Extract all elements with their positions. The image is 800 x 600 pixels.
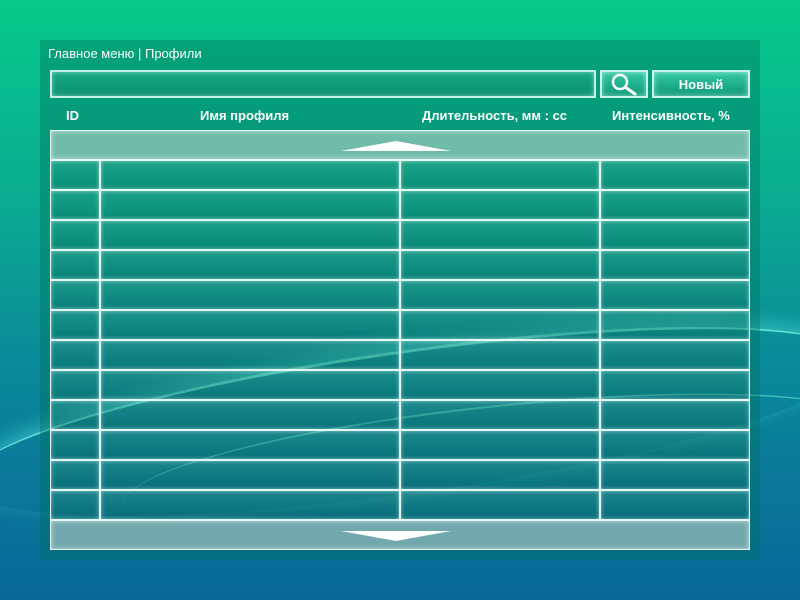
- cell-intensity[interactable]: [600, 160, 750, 190]
- cell-duration[interactable]: [400, 370, 600, 400]
- table-row[interactable]: [50, 490, 750, 520]
- cell-duration[interactable]: [400, 400, 600, 430]
- cell-intensity[interactable]: [600, 250, 750, 280]
- cell-id[interactable]: [50, 400, 100, 430]
- arrow-down-icon: [341, 531, 451, 541]
- cell-profile-name[interactable]: [100, 160, 400, 190]
- cell-profile-name[interactable]: [100, 280, 400, 310]
- table-row[interactable]: [50, 190, 750, 220]
- cell-duration[interactable]: [400, 220, 600, 250]
- cell-id[interactable]: [50, 220, 100, 250]
- cell-duration[interactable]: [400, 460, 600, 490]
- cell-intensity[interactable]: [600, 280, 750, 310]
- profiles-panel: Главное меню | Профили Новый ID Имя проф…: [40, 40, 760, 560]
- cell-profile-name[interactable]: [100, 310, 400, 340]
- scroll-down-button[interactable]: [50, 520, 750, 550]
- cell-intensity[interactable]: [600, 370, 750, 400]
- arrow-up-icon: [341, 141, 451, 151]
- table-row[interactable]: [50, 370, 750, 400]
- cell-id[interactable]: [50, 250, 100, 280]
- column-header-duration: Длительность, мм : сс: [422, 108, 568, 123]
- cell-id[interactable]: [50, 190, 100, 220]
- cell-profile-name[interactable]: [100, 400, 400, 430]
- cell-duration[interactable]: [400, 160, 600, 190]
- cell-profile-name[interactable]: [100, 370, 400, 400]
- column-header-id: ID: [66, 108, 79, 123]
- table-row[interactable]: [50, 400, 750, 430]
- table-row[interactable]: [50, 220, 750, 250]
- table-body: [50, 160, 750, 520]
- cell-id[interactable]: [50, 460, 100, 490]
- cell-duration[interactable]: [400, 250, 600, 280]
- cell-intensity[interactable]: [600, 340, 750, 370]
- search-input[interactable]: [50, 70, 596, 98]
- cell-intensity[interactable]: [600, 460, 750, 490]
- cell-id[interactable]: [50, 490, 100, 520]
- cell-profile-name[interactable]: [100, 190, 400, 220]
- new-profile-button[interactable]: Новый: [652, 70, 750, 98]
- cell-id[interactable]: [50, 280, 100, 310]
- cell-duration[interactable]: [400, 280, 600, 310]
- cell-profile-name[interactable]: [100, 340, 400, 370]
- cell-intensity[interactable]: [600, 400, 750, 430]
- column-header-intensity: Интенсивность, %: [612, 108, 730, 123]
- cell-id[interactable]: [50, 370, 100, 400]
- search-icon: [611, 73, 637, 96]
- breadcrumb: Главное меню | Профили: [48, 46, 202, 61]
- table-row[interactable]: [50, 460, 750, 490]
- cell-profile-name[interactable]: [100, 250, 400, 280]
- cell-id[interactable]: [50, 430, 100, 460]
- cell-intensity[interactable]: [600, 490, 750, 520]
- table-row[interactable]: [50, 250, 750, 280]
- cell-id[interactable]: [50, 340, 100, 370]
- cell-duration[interactable]: [400, 190, 600, 220]
- scroll-up-button[interactable]: [50, 130, 750, 160]
- cell-profile-name[interactable]: [100, 220, 400, 250]
- table-row[interactable]: [50, 310, 750, 340]
- search-button[interactable]: [600, 70, 648, 98]
- cell-duration[interactable]: [400, 310, 600, 340]
- cell-duration[interactable]: [400, 430, 600, 460]
- table-row[interactable]: [50, 160, 750, 190]
- cell-intensity[interactable]: [600, 310, 750, 340]
- cell-intensity[interactable]: [600, 430, 750, 460]
- cell-profile-name[interactable]: [100, 490, 400, 520]
- cell-duration[interactable]: [400, 340, 600, 370]
- column-header-profile-name: Имя профиля: [200, 108, 290, 123]
- profiles-table: [50, 130, 750, 550]
- table-row[interactable]: [50, 340, 750, 370]
- cell-profile-name[interactable]: [100, 460, 400, 490]
- table-row[interactable]: [50, 280, 750, 310]
- cell-intensity[interactable]: [600, 220, 750, 250]
- cell-id[interactable]: [50, 160, 100, 190]
- cell-duration[interactable]: [400, 490, 600, 520]
- table-header: ID Имя профиля Длительность, мм : сс Инт…: [50, 104, 750, 128]
- cell-intensity[interactable]: [600, 190, 750, 220]
- cell-id[interactable]: [50, 310, 100, 340]
- cell-profile-name[interactable]: [100, 430, 400, 460]
- table-row[interactable]: [50, 430, 750, 460]
